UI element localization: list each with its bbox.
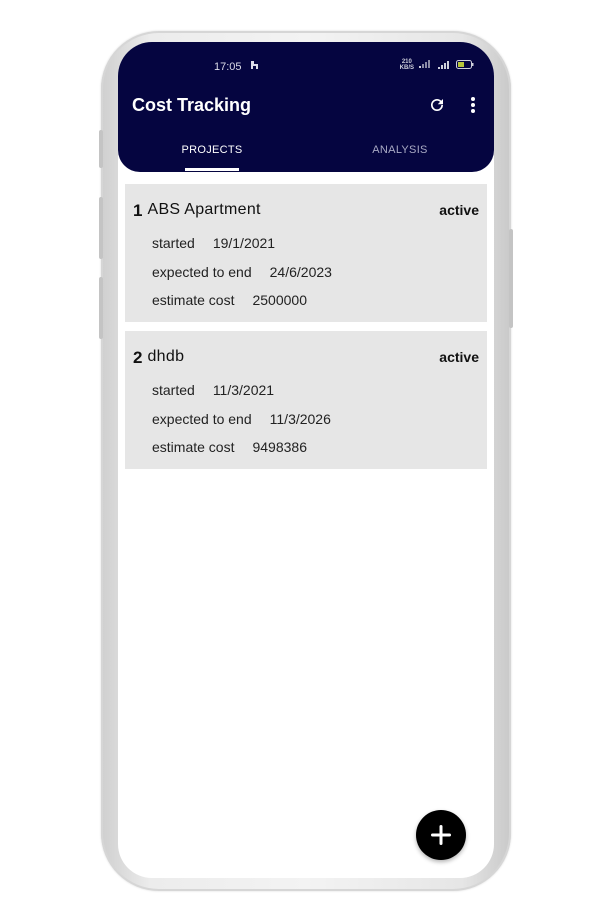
cost-label: estimate cost bbox=[152, 439, 235, 455]
app-screen: 17:05 210 KB/S Cost Tracking PROJECTS AN… bbox=[118, 42, 494, 878]
project-end-row: expected to end 11/3/2026 bbox=[152, 411, 331, 427]
started-label: started bbox=[152, 235, 195, 251]
end-value: 24/6/2023 bbox=[269, 264, 332, 280]
refresh-icon bbox=[431, 99, 443, 111]
phone-volume-up-button bbox=[99, 197, 103, 259]
end-label: expected to end bbox=[152, 411, 252, 427]
cost-value: 2500000 bbox=[252, 292, 307, 308]
tab-analysis[interactable]: ANALYSIS bbox=[346, 144, 454, 156]
project-card[interactable]: 2 dhdb active started 11/3/2021 expected … bbox=[125, 331, 487, 469]
status-bar-time: 17:05 bbox=[214, 60, 261, 73]
project-status: active bbox=[439, 349, 479, 365]
project-name: ABS Apartment bbox=[147, 201, 261, 218]
battery-icon bbox=[456, 59, 474, 71]
project-started-row: started 19/1/2021 bbox=[152, 235, 275, 251]
started-label: started bbox=[152, 382, 195, 398]
app-title: Cost Tracking bbox=[132, 95, 252, 115]
more-options-button[interactable] bbox=[461, 93, 485, 117]
phone-volume-down-button bbox=[99, 277, 103, 339]
app-bar: 17:05 210 KB/S Cost Tracking PROJECTS AN… bbox=[118, 42, 494, 172]
net-speed-icon: 210 KB/S bbox=[399, 59, 414, 71]
end-label: expected to end bbox=[152, 264, 252, 280]
project-header: 2 dhdb bbox=[133, 348, 184, 368]
project-number: 1 bbox=[133, 201, 143, 220]
signal-icon bbox=[419, 60, 432, 70]
plus-icon bbox=[431, 825, 451, 845]
add-project-button[interactable] bbox=[416, 810, 466, 860]
project-number: 2 bbox=[133, 348, 143, 367]
project-end-row: expected to end 24/6/2023 bbox=[152, 264, 332, 280]
tab-selected-indicator bbox=[185, 168, 239, 171]
project-status: active bbox=[439, 202, 479, 218]
signal-4g-icon bbox=[437, 60, 451, 71]
phone-power-button bbox=[509, 229, 513, 328]
started-value: 19/1/2021 bbox=[212, 235, 276, 251]
status-time-text: 17:05 bbox=[214, 60, 242, 73]
app-notification-icon bbox=[250, 60, 261, 73]
project-cost-row: estimate cost 9498386 bbox=[152, 439, 307, 455]
phone-side-button bbox=[99, 130, 103, 168]
cost-label: estimate cost bbox=[152, 292, 235, 308]
project-name: dhdb bbox=[147, 348, 185, 365]
project-card[interactable]: 1 ABS Apartment active started 19/1/2021 … bbox=[125, 184, 487, 322]
started-value: 11/3/2021 bbox=[212, 382, 275, 398]
project-started-row: started 11/3/2021 bbox=[152, 382, 274, 398]
project-cost-row: estimate cost 2500000 bbox=[152, 292, 307, 308]
end-value: 11/3/2026 bbox=[269, 411, 331, 427]
more-vert-icon bbox=[471, 97, 475, 113]
refresh-button[interactable] bbox=[425, 93, 449, 117]
cost-value: 9498386 bbox=[252, 439, 307, 455]
tab-projects[interactable]: PROJECTS bbox=[158, 144, 266, 156]
status-bar-icons: 210 KB/S bbox=[400, 59, 474, 71]
project-header: 1 ABS Apartment bbox=[133, 201, 261, 221]
